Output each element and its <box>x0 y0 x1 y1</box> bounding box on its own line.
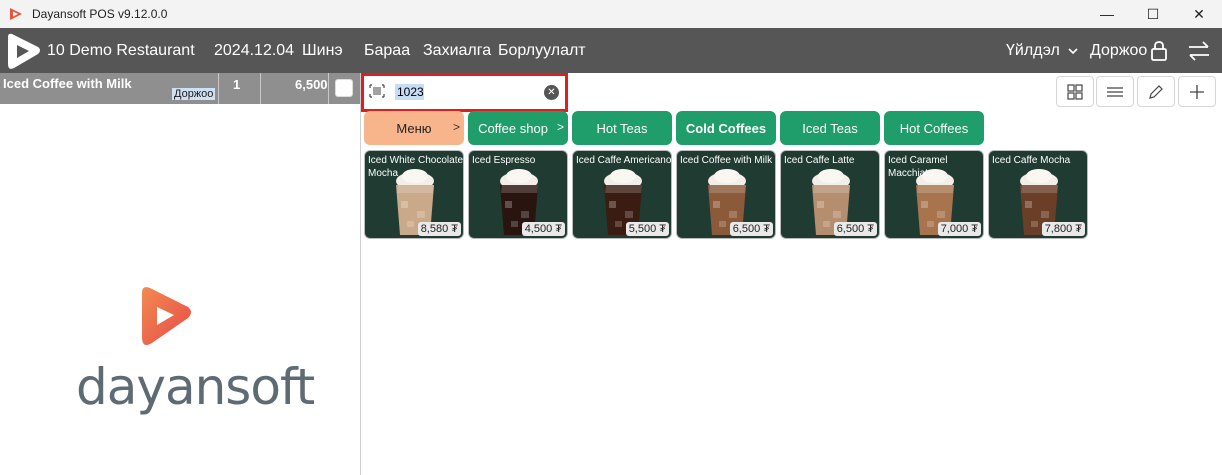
nav-orders[interactable]: Захиалга <box>423 42 491 60</box>
category-label: Cold Coffees <box>685 120 767 136</box>
category-label: Hot Coffees <box>899 120 969 136</box>
window-titlebar: Dayansoft POS v9.12.0.0 — ☐ ✕ <box>0 0 1222 28</box>
product-price: 7,800 ₮ <box>1041 222 1085 236</box>
actions-menu[interactable]: Үйлдэл <box>1006 42 1078 60</box>
product-name: Iced Caffe Americano <box>576 155 672 166</box>
product-tile[interactable]: Iced Caffe Latte 6,500 ₮ <box>780 150 880 239</box>
list-icon <box>1107 86 1123 97</box>
chevron-down-icon <box>1068 48 1078 55</box>
divider <box>218 73 219 104</box>
product-name: Iced Caffe Latte <box>784 155 855 166</box>
order-item-qty[interactable]: 1 <box>233 77 240 92</box>
list-view-button[interactable] <box>1096 76 1134 107</box>
category-arrow: > <box>452 120 460 134</box>
product-price: 5,500 ₮ <box>625 222 669 236</box>
close-button[interactable]: ✕ <box>1176 0 1222 28</box>
product-price: 8,580 ₮ <box>417 222 461 236</box>
edit-button[interactable] <box>1137 76 1175 107</box>
product-tile[interactable]: Iced Coffee with Milk 6,500 ₮ <box>676 150 776 239</box>
dayansoft-brand-icon <box>142 287 191 345</box>
product-tile[interactable]: Iced Caffe Mocha 7,800 ₮ <box>988 150 1088 239</box>
search-input[interactable] <box>397 83 539 101</box>
restaurant-name[interactable]: 10 Demo Restaurant <box>47 42 195 60</box>
product-name: Iced Caffe Mocha <box>992 155 1071 166</box>
product-name: Iced Espresso <box>472 155 536 166</box>
nav-products[interactable]: Бараа <box>364 42 410 60</box>
category-cold-coffees[interactable]: Cold Coffees <box>676 111 776 145</box>
nav-sales[interactable]: Борлуулалт <box>498 42 586 60</box>
user-name[interactable]: Доржоо <box>1090 42 1147 60</box>
divider <box>260 73 261 104</box>
pencil-icon <box>1149 84 1163 99</box>
category-iced-teas[interactable]: Iced Teas <box>780 111 880 145</box>
order-line-checkbox[interactable] <box>335 79 353 97</box>
search-box: ✕ <box>361 73 568 112</box>
product-name: Iced Caramel Macchiato <box>888 155 948 179</box>
order-line[interactable]: Iced Coffee with Milk Доржоо 1 6,500 <box>0 73 360 104</box>
product-name: Iced Coffee with Milk <box>680 155 773 166</box>
order-pane: Iced Coffee with Milk Доржоо 1 6,500 day… <box>0 73 361 475</box>
product-tile[interactable]: Iced Espresso 4,500 ₮ <box>468 150 568 239</box>
clear-search-icon[interactable]: ✕ <box>544 85 559 100</box>
barcode-icon[interactable] <box>369 84 385 98</box>
business-date: 2024.12.04 <box>214 42 295 59</box>
app-header: 10 Demo Restaurant 2024.12.04 Шинэ Бараа… <box>0 28 1222 73</box>
divider <box>328 73 329 104</box>
new-order-button[interactable]: Шинэ <box>302 42 343 60</box>
window-title: Dayansoft POS v9.12.0.0 <box>32 7 168 21</box>
order-item-price: 6,500 <box>295 77 328 92</box>
plus-icon <box>1190 84 1204 99</box>
product-tile[interactable]: Iced Caramel Macchiato 7,000 ₮ <box>884 150 984 239</box>
product-price: 7,000 ₮ <box>937 222 981 236</box>
swap-arrows-icon[interactable] <box>1187 41 1211 61</box>
order-item-name: Iced Coffee with Milk <box>3 76 132 91</box>
product-price: 6,500 ₮ <box>729 222 773 236</box>
category-label: Hot Teas <box>596 120 648 136</box>
category-label: Меню <box>396 120 432 136</box>
maximize-button[interactable]: ☐ <box>1130 0 1176 28</box>
minimize-button[interactable]: — <box>1084 0 1130 28</box>
category-label: Iced Teas <box>802 120 858 136</box>
category-menu[interactable]: Меню > <box>364 111 464 145</box>
grid-icon <box>1067 83 1083 100</box>
product-price: 6,500 ₮ <box>833 222 877 236</box>
lock-icon[interactable] <box>1150 40 1168 62</box>
category-coffee-shop[interactable]: Coffee shop > <box>468 111 568 145</box>
order-waiter: Доржоо <box>172 88 216 100</box>
dayansoft-wordmark: dayansoft <box>76 358 315 416</box>
product-name: Iced White Chocolate Mocha <box>368 155 464 179</box>
add-button[interactable] <box>1178 76 1216 107</box>
dayansoft-logo-icon <box>8 33 40 69</box>
actions-menu-label: Үйлдэл <box>1006 42 1060 59</box>
grid-view-button[interactable] <box>1056 76 1094 107</box>
category-arrow: > <box>556 120 564 134</box>
product-tile[interactable]: Iced Caffe Americano 5,500 ₮ <box>572 150 672 239</box>
category-label: Coffee shop <box>478 120 548 136</box>
product-price: 4,500 ₮ <box>521 222 565 236</box>
product-tile[interactable]: Iced White Chocolate Mocha 8,580 ₮ <box>364 150 464 239</box>
app-logo-icon <box>10 8 22 20</box>
category-hot-coffees[interactable]: Hot Coffees <box>884 111 984 145</box>
category-hot-teas[interactable]: Hot Teas <box>572 111 672 145</box>
